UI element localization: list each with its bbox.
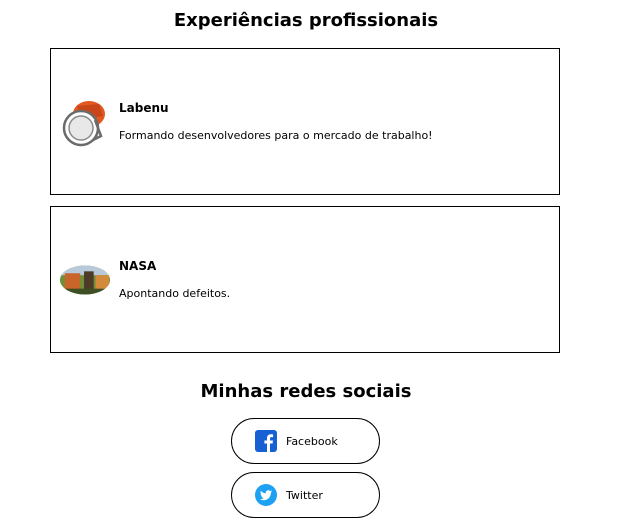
labenu-logo-icon: [59, 96, 111, 148]
company-description: Formando desenvolvedores para o mercado …: [119, 129, 433, 142]
twitter-icon: [255, 484, 277, 506]
facebook-label: Facebook: [286, 434, 338, 448]
facebook-icon: [255, 430, 277, 452]
company-name: Labenu: [119, 101, 169, 115]
experience-card-labenu: Labenu Formando desenvolvedores para o m…: [50, 48, 560, 195]
twitter-button[interactable]: Twitter: [231, 472, 380, 518]
twitter-label: Twitter: [286, 488, 323, 502]
experience-section-title: Experiências profissionais: [173, 10, 439, 31]
nasa-photo-icon: [59, 254, 111, 306]
experience-card-nasa: NASA Apontando defeitos.: [50, 206, 560, 353]
social-section-title: Minhas redes sociais: [200, 381, 412, 402]
company-description: Apontando defeitos.: [119, 287, 231, 300]
facebook-button[interactable]: Facebook: [231, 418, 380, 464]
company-name: NASA: [119, 259, 157, 273]
